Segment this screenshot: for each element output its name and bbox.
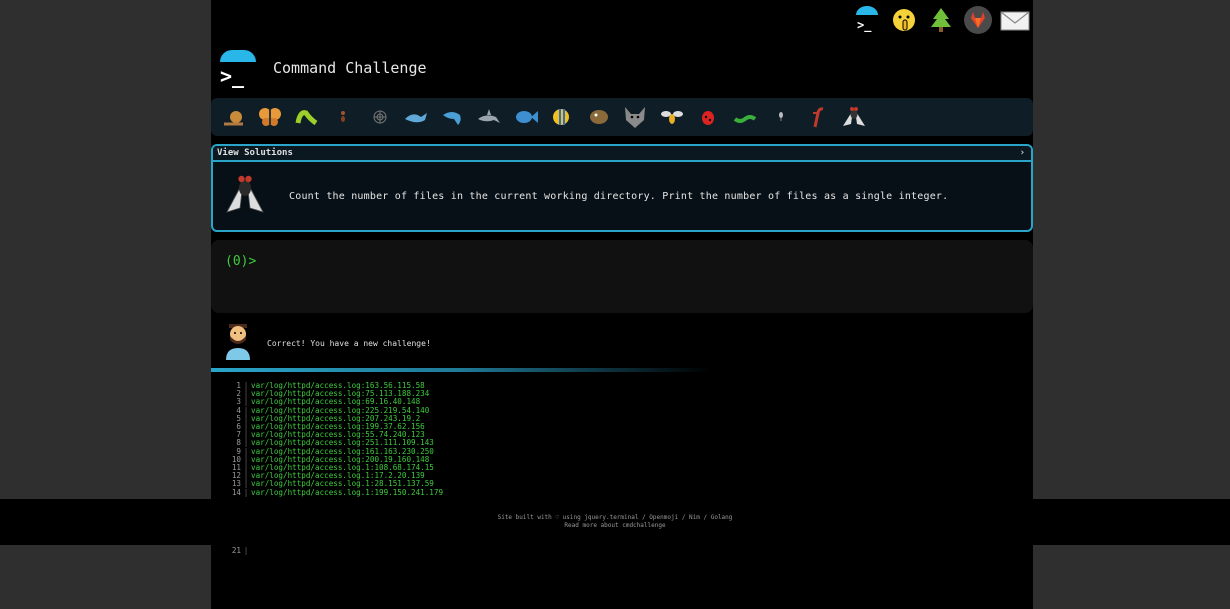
footer-read-more-link[interactable]: Read more about cmdchallenge xyxy=(564,522,665,530)
header: >_ Command Challenge xyxy=(219,42,427,94)
snail-icon[interactable] xyxy=(217,102,250,132)
terminal-icon[interactable]: >_ xyxy=(850,4,883,37)
worm-icon[interactable] xyxy=(728,102,761,132)
fish-icon[interactable] xyxy=(509,102,542,132)
terminal-prompt: (0)> xyxy=(225,254,257,269)
page-title: Command Challenge xyxy=(273,59,427,77)
view-solutions-label[interactable]: View Solutions xyxy=(217,148,293,158)
challenge-description: Count the number of files in the current… xyxy=(289,190,949,202)
ant-icon[interactable] xyxy=(327,102,360,132)
butterfly-icon[interactable] xyxy=(254,102,287,132)
gitlab-icon[interactable] xyxy=(961,4,994,37)
divider-glow xyxy=(211,368,711,372)
fly-icon[interactable] xyxy=(838,102,871,132)
footer: Site built with ♡ using jquery.terminal … xyxy=(0,499,1230,545)
bee-icon[interactable] xyxy=(655,102,688,132)
shark-icon[interactable] xyxy=(473,102,506,132)
mail-icon[interactable] xyxy=(998,4,1031,37)
tropical-fish-icon[interactable] xyxy=(546,102,579,132)
scorpion-icon[interactable] xyxy=(801,102,834,132)
avatar xyxy=(223,322,253,364)
bug-icon[interactable] xyxy=(290,102,323,132)
chevron-right-icon[interactable]: › xyxy=(1020,148,1025,158)
output-line: 14 | var/log/httpd/access.log.1:199.150.24… xyxy=(231,487,444,497)
challenge-panel: View Solutions › Count the number of fil… xyxy=(211,144,1033,232)
shush-face-icon[interactable] xyxy=(887,4,920,37)
terminal-input[interactable]: (0)> xyxy=(211,240,1033,313)
challenge-selector-bar xyxy=(211,98,1033,136)
tree-icon[interactable] xyxy=(924,4,957,37)
output-lines: 1 | var/log/httpd/access.log:163.56.115.58… xyxy=(229,381,444,497)
view-solutions-bar[interactable]: View Solutions › xyxy=(213,146,1031,162)
whale-icon[interactable] xyxy=(400,102,433,132)
svg-text:>_: >_ xyxy=(857,18,872,33)
feedback-row: Correct! You have a new challenge! xyxy=(223,322,431,364)
feedback-message: Correct! You have a new challenge! xyxy=(267,338,431,348)
blowfish-icon[interactable] xyxy=(582,102,615,132)
ladybug-icon[interactable] xyxy=(692,102,725,132)
top-icon-bar: >_ xyxy=(850,0,1033,40)
wolf-icon[interactable] xyxy=(619,102,652,132)
fly-icon xyxy=(221,170,269,222)
spider-web-icon[interactable] xyxy=(363,102,396,132)
mosquito-icon[interactable] xyxy=(765,102,798,132)
dolphin-icon[interactable] xyxy=(436,102,469,132)
cmdchallenge-logo[interactable]: >_ xyxy=(219,48,257,88)
output-line: 21 | xyxy=(231,546,249,555)
footer-credits: Site built with ♡ using jquery.terminal … xyxy=(497,514,733,521)
